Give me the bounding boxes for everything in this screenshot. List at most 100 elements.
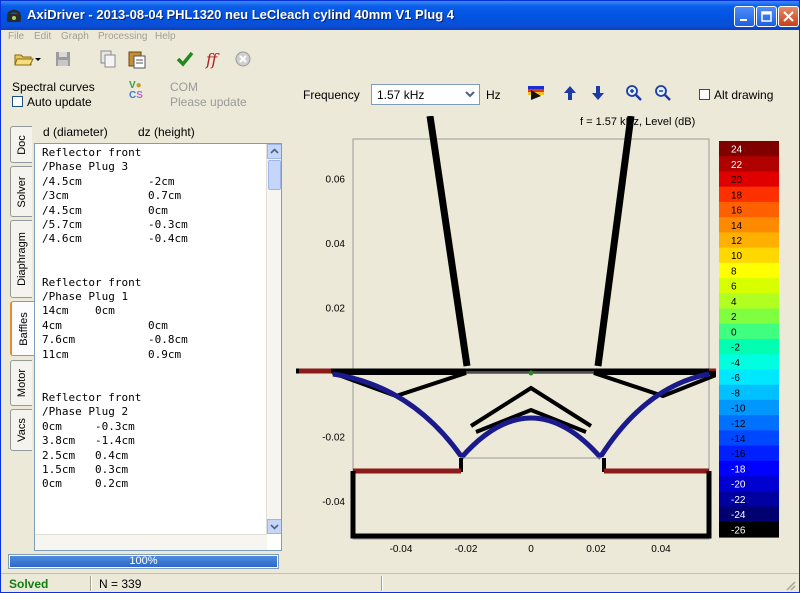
close-button[interactable] [778, 6, 799, 27]
zoom-in-icon[interactable] [625, 84, 643, 102]
colorbar-swatch [719, 171, 779, 188]
tab-motor[interactable]: Motor [10, 360, 32, 406]
colormap-icon[interactable] [527, 84, 545, 102]
editor-line: /Phase Plug 1 [42, 290, 129, 304]
spectral-curves-label: Spectral curves [12, 80, 95, 94]
colorbar-label: -4 [731, 358, 740, 369]
menu-bar: File Edit Graph Processing Help [1, 30, 799, 46]
please-update-label: Please update [170, 95, 247, 109]
colorbar-swatch [719, 201, 779, 218]
status-n-count: N = 339 [99, 577, 142, 591]
editor-line: /Phase Plug 3 [42, 160, 129, 174]
colorbar-label: -22 [731, 495, 746, 506]
level-colorbar: 242220181614121086420-2-4-6-8-10-12-14-1… [719, 141, 779, 538]
colorbar-swatch [719, 506, 779, 523]
vcs-icon[interactable]: V● CS [129, 81, 149, 103]
alt-drawing-box[interactable] [699, 89, 710, 100]
colorbar-label: 0 [731, 327, 737, 338]
colorbar-label: -26 [731, 525, 746, 536]
stop-icon[interactable] [232, 48, 254, 70]
editor-line: 4cm 0cm [42, 318, 168, 332]
title-bar[interactable]: AxiDriver - 2013-08-04 PHL1320 neu LeCle… [1, 1, 799, 30]
x-tick-label: -0.02 [455, 544, 478, 555]
colorbar-label: -10 [731, 404, 746, 415]
menu-processing[interactable]: Processing [98, 31, 147, 42]
tab-diaphragm[interactable]: Diaphragm [10, 220, 32, 298]
arrow-up-icon[interactable] [561, 84, 579, 102]
ff-icon[interactable]: ff [203, 48, 225, 70]
tab-solver[interactable]: Solver [10, 166, 32, 217]
diaphragm-left [332, 371, 464, 458]
x-tick-label: 0 [528, 544, 534, 555]
menu-file[interactable]: File [8, 31, 24, 42]
menu-help[interactable]: Help [155, 31, 176, 42]
horn-wall-right [594, 116, 635, 367]
scroll-thumb[interactable] [268, 160, 281, 190]
colorbar-swatch [719, 247, 779, 264]
geometry-plot[interactable]: -0.04 -0.02 0 0.02 0.04 0.06 0.04 0.02 0 -0.02 -0… [291, 116, 716, 556]
colorbar-swatch [719, 278, 779, 294]
editor-line: /5.7cm -0.3cm [42, 218, 188, 232]
horizontal-scrollbar[interactable] [35, 534, 267, 550]
colorbar-label: 12 [731, 236, 743, 247]
hz-unit-label: Hz [486, 88, 501, 102]
colorbar-swatch [719, 217, 779, 233]
colorbar-label: 2 [731, 312, 737, 323]
app-window: AxiDriver - 2013-08-04 PHL1320 neu LeCle… [0, 0, 800, 593]
colorbar-swatch [719, 293, 779, 310]
baffles-editor[interactable]: Reflector front/Phase Plug 3/4.5cm -2cm /… [34, 143, 282, 551]
colorbar-swatch [719, 156, 779, 173]
status-separator [381, 576, 383, 591]
save-icon[interactable] [52, 48, 74, 70]
scroll-up-button[interactable] [267, 144, 281, 159]
frequency-value: 1.57 kHz [377, 88, 425, 102]
scroll-down-button[interactable] [267, 519, 281, 534]
editor-line: /4.6cm -0.4cm [42, 232, 188, 246]
menu-edit[interactable]: Edit [34, 31, 51, 42]
colorbar-swatch [719, 232, 779, 249]
menu-graph[interactable]: Graph [61, 31, 89, 42]
editor-line: 1.5cm 0.3cm [42, 462, 129, 476]
baffles-text[interactable]: Reflector front/Phase Plug 3/4.5cm -2cm /… [42, 146, 188, 492]
chevron-down-icon[interactable] [462, 86, 478, 103]
progress-text: 100% [129, 555, 158, 567]
chevron-down-icon [270, 524, 279, 530]
alt-drawing-checkbox[interactable]: Alt drawing [699, 88, 773, 102]
colorbar-label: -24 [731, 510, 746, 521]
editor-line: 0cm 0.2cm [42, 477, 129, 491]
colorbar-swatch [719, 384, 779, 401]
frequency-select[interactable]: 1.57 kHz [371, 84, 480, 105]
copy-icon[interactable] [97, 48, 119, 70]
maximize-button[interactable] [756, 6, 777, 27]
open-dropdown-icon[interactable] [33, 48, 45, 70]
center-marker [528, 370, 534, 376]
x-tick-label: 0.02 [586, 544, 606, 555]
auto-update-box[interactable] [12, 96, 23, 107]
colorbar-swatch [719, 354, 779, 371]
auto-update-checkbox[interactable]: Auto update [12, 95, 92, 109]
colorbar-label: 4 [731, 297, 737, 308]
colorbar-label: -8 [731, 388, 740, 399]
chevron-up-icon [270, 148, 279, 154]
colorbar-label: 10 [731, 251, 743, 262]
arrow-down-icon[interactable] [589, 84, 607, 102]
colorbar-swatch [719, 445, 779, 462]
editor-line: Reflector front [42, 390, 142, 404]
paste-icon[interactable] [126, 48, 148, 70]
resize-grip-icon[interactable] [784, 579, 796, 591]
y-tick-label: -0.02 [322, 433, 345, 444]
x-tick-label: -0.04 [390, 544, 413, 555]
checkmark-icon[interactable] [174, 48, 196, 70]
colorbar-swatch [719, 399, 779, 416]
status-solved: Solved [9, 577, 49, 591]
minimize-button[interactable] [734, 6, 755, 27]
open-folder-icon[interactable] [13, 48, 35, 70]
tab-doc[interactable]: Doc [10, 126, 32, 163]
colorbar-swatch [719, 262, 779, 279]
tab-vacs[interactable]: Vacs [10, 409, 32, 451]
y-tick-label: 0.02 [326, 304, 346, 315]
tab-baffles[interactable]: Baffles [10, 301, 35, 356]
vertical-scrollbar[interactable] [266, 144, 281, 534]
zoom-out-icon[interactable] [654, 84, 672, 102]
